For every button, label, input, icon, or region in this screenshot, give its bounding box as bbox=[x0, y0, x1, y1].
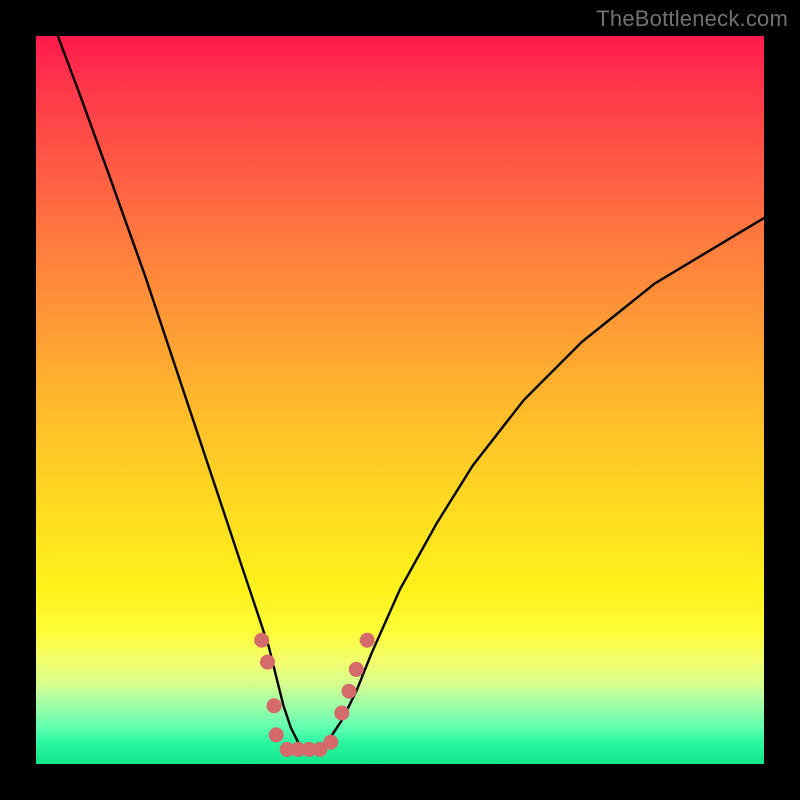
plot-area bbox=[36, 36, 764, 764]
data-marker bbox=[260, 655, 275, 670]
data-marker bbox=[323, 735, 338, 750]
data-marker bbox=[334, 706, 349, 721]
data-marker bbox=[254, 633, 269, 648]
bottleneck-curve bbox=[58, 36, 764, 749]
data-marker bbox=[269, 727, 284, 742]
data-marker bbox=[342, 684, 357, 699]
watermark-label: TheBottleneck.com bbox=[596, 6, 788, 32]
data-marker bbox=[349, 662, 364, 677]
bottleneck-chart bbox=[36, 36, 764, 764]
marker-group bbox=[254, 633, 375, 757]
data-marker bbox=[267, 698, 282, 713]
chart-frame: TheBottleneck.com bbox=[0, 0, 800, 800]
data-marker bbox=[360, 633, 375, 648]
